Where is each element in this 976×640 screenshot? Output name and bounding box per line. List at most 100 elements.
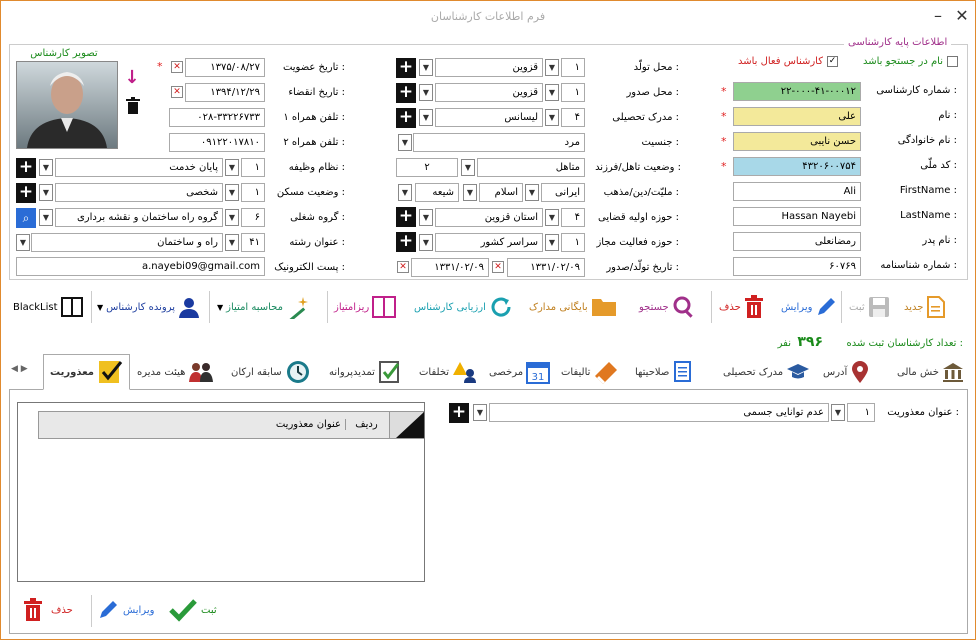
clear-birth-date-icon[interactable]: ✕: [492, 261, 504, 273]
children-field[interactable]: ۲: [396, 158, 458, 177]
excuse-grid[interactable]: ردیف عنوان معذوریت: [17, 402, 425, 582]
tab-scroll-arrows[interactable]: ◀ ▶: [11, 364, 29, 374]
add-birth-place-button[interactable]: +: [396, 58, 416, 78]
tab-board-history[interactable]: سابقه ارکان: [231, 354, 311, 390]
field-title-code[interactable]: ۴۱: [241, 233, 265, 252]
job-group-code[interactable]: ۶: [241, 208, 265, 227]
gender-field[interactable]: مرد: [413, 133, 585, 152]
field-title-dropdown[interactable]: ▼: [16, 234, 30, 251]
religion-dropdown[interactable]: ▼: [463, 184, 477, 201]
sect-field[interactable]: شیعه: [415, 183, 459, 202]
activity-field[interactable]: سراسر کشور: [435, 233, 543, 252]
active-checkbox[interactable]: ✓: [827, 56, 838, 67]
tab-license-renewal[interactable]: تمدیدپروانه: [329, 354, 402, 390]
military-dropdown[interactable]: ▼: [39, 159, 53, 176]
membership-date-field[interactable]: ۱۳۷۵/۰۸/۲۷: [185, 58, 265, 77]
religion-field[interactable]: اسلام: [479, 183, 523, 202]
score-detail-button[interactable]: ریزامتیاز: [334, 285, 397, 329]
clear-membership-date-icon[interactable]: ✕: [171, 61, 183, 73]
military-code-dropdown[interactable]: ▼: [225, 159, 239, 176]
save-button[interactable]: ثبت: [849, 285, 890, 329]
birth-place-code[interactable]: ۱: [561, 58, 585, 77]
birth-place-field[interactable]: قزوین: [435, 58, 543, 77]
military-field[interactable]: پایان خدمت: [55, 158, 223, 177]
clear-issue-date-icon[interactable]: ✕: [397, 261, 409, 273]
education-dropdown[interactable]: ▼: [419, 109, 433, 126]
birth-place-dropdown[interactable]: ▼: [419, 59, 433, 76]
excuse-delete-button[interactable]: حذف: [23, 593, 89, 627]
add-housing-button[interactable]: +: [16, 183, 36, 203]
nation-dropdown[interactable]: ▼: [525, 184, 539, 201]
judicial-dropdown[interactable]: ▼: [419, 209, 433, 226]
excuse-dropdown[interactable]: ▼: [473, 404, 487, 421]
excuse-code-dropdown[interactable]: ▼: [831, 404, 845, 421]
issue-place-code-dropdown[interactable]: ▼: [545, 84, 559, 101]
tab-address[interactable]: آدرس: [823, 354, 870, 390]
activity-code-dropdown[interactable]: ▼: [545, 234, 559, 251]
firstname-field[interactable]: Ali: [733, 182, 861, 201]
national-code-field[interactable]: ۴۳۲۰۶۰۰۷۵۴: [733, 157, 861, 176]
evaluate-button[interactable]: ارزیابی کارشناس: [414, 285, 513, 329]
sect-dropdown[interactable]: ▼: [398, 184, 412, 201]
housing-field[interactable]: شخصی: [55, 183, 223, 202]
col-row-header[interactable]: ردیف: [345, 419, 387, 430]
judicial-code[interactable]: ۴: [561, 208, 585, 227]
judicial-field[interactable]: استان قزوین: [435, 208, 543, 227]
gender-dropdown[interactable]: ▼: [398, 134, 412, 151]
blacklist-button[interactable]: BlackList: [13, 285, 83, 329]
excuse-save-button[interactable]: ثبت: [169, 593, 235, 627]
lastname-field[interactable]: Hassan Nayebi: [733, 207, 861, 226]
expert-no-field[interactable]: ۲۲-۰۰۰-۴۱-۰۰۰۱۲: [733, 82, 861, 101]
col-title-header[interactable]: عنوان معذوریت: [261, 419, 341, 430]
tab-financial[interactable]: خش مالی: [897, 354, 964, 390]
job-group-field[interactable]: گروه راه ساختمان و نقشه برداری: [55, 208, 223, 227]
tab-education[interactable]: مدرک تحصیلی: [723, 354, 810, 390]
clear-expiry-date-icon[interactable]: ✕: [171, 86, 183, 98]
tab-excuse[interactable]: معذوریت: [43, 354, 130, 390]
delete-button[interactable]: حذف: [719, 285, 764, 329]
housing-code[interactable]: ۱: [241, 183, 265, 202]
job-group-code-dropdown[interactable]: ▼: [225, 209, 239, 226]
phone2-field[interactable]: ۰۹۱۲۲۰۱۷۸۱۰: [169, 133, 265, 152]
add-judicial-button[interactable]: +: [396, 207, 416, 227]
search-name-checkbox[interactable]: [947, 56, 958, 67]
download-photo-icon[interactable]: ↓: [123, 67, 141, 88]
tab-publications[interactable]: تالیفات: [561, 354, 619, 390]
add-education-button[interactable]: +: [396, 108, 416, 128]
name-field[interactable]: علی: [733, 107, 861, 126]
field-title-code-dropdown[interactable]: ▼: [225, 234, 239, 251]
calc-score-button[interactable]: ▼ محاسبه امتیاز: [217, 285, 310, 329]
excuse-code[interactable]: ۱: [847, 403, 875, 422]
expiry-date-field[interactable]: ۱۳۹۴/۱۲/۲۹: [185, 83, 265, 102]
delete-photo-icon[interactable]: [125, 97, 141, 115]
issue-date-field[interactable]: ۱۳۳۱/۰۲/۰۹: [411, 258, 489, 277]
education-field[interactable]: لیسانس: [435, 108, 543, 127]
email-field[interactable]: a.nayebi09@gmail.com: [16, 257, 265, 276]
id-no-field[interactable]: ۶۰۷۶۹: [733, 257, 861, 276]
expert-file-button[interactable]: ▼ پرونده کارشناس: [97, 285, 200, 329]
military-code[interactable]: ۱: [241, 158, 265, 177]
issue-place-dropdown[interactable]: ▼: [419, 84, 433, 101]
activity-dropdown[interactable]: ▼: [419, 234, 433, 251]
tab-qualifications[interactable]: صلاحیتها: [635, 354, 694, 390]
close-button[interactable]: ✕: [951, 5, 973, 27]
judicial-code-dropdown[interactable]: ▼: [545, 209, 559, 226]
add-activity-button[interactable]: +: [396, 232, 416, 252]
tab-board-of-directors[interactable]: هیئت مدیره: [137, 354, 214, 390]
edit-button[interactable]: ویرایش: [781, 285, 837, 329]
add-excuse-button[interactable]: +: [449, 403, 469, 423]
tab-violations[interactable]: تخلفات: [419, 354, 477, 390]
excuse-field[interactable]: عدم توانایی جسمی: [489, 403, 829, 422]
education-code[interactable]: ۴: [561, 108, 585, 127]
issue-place-field[interactable]: قزوین: [435, 83, 543, 102]
activity-code[interactable]: ۱: [561, 233, 585, 252]
family-field[interactable]: حسن نایبی: [733, 132, 861, 151]
search-job-group-icon[interactable]: ⌕: [16, 208, 36, 228]
father-field[interactable]: رمضانعلی: [733, 232, 861, 251]
add-issue-place-button[interactable]: +: [396, 83, 416, 103]
issue-place-code[interactable]: ۱: [561, 83, 585, 102]
birth-place-code-dropdown[interactable]: ▼: [545, 59, 559, 76]
marital-field[interactable]: متاهل: [477, 158, 585, 177]
minimize-button[interactable]: –: [927, 5, 949, 27]
job-group-dropdown[interactable]: ▼: [39, 209, 53, 226]
